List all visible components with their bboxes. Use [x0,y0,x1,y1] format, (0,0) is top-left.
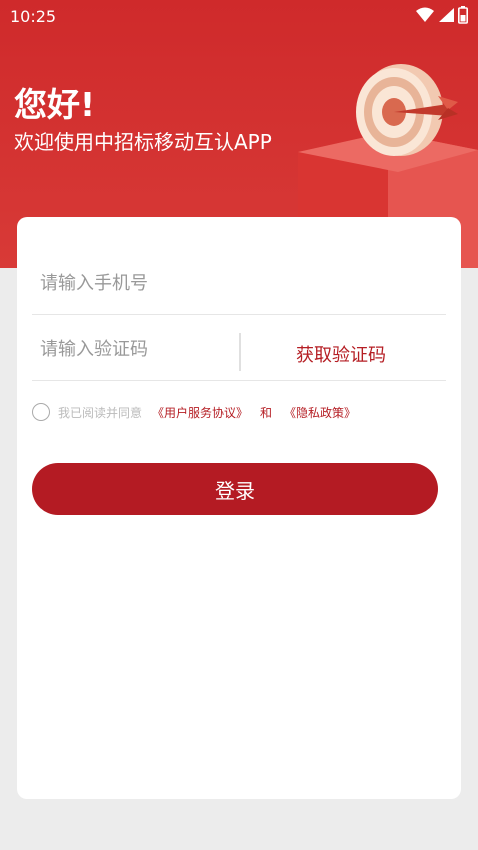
greeting-title: 您好! [14,85,96,124]
status-time: 10:25 [10,7,57,26]
verification-code-input[interactable] [40,339,240,360]
code-field: 获取验证码 [32,325,446,381]
user-agreement-link[interactable]: 《用户服务协议》 [152,404,248,421]
agree-text: 我已阅读并同意 [58,405,143,420]
login-card: 获取验证码 我已阅读并同意 《用户服务协议》 和 《隐私政策》 登录 [17,217,461,799]
wifi-icon [416,7,434,22]
agree-radio[interactable] [32,403,50,421]
phone-input[interactable] [40,273,240,294]
privacy-policy-link[interactable]: 《隐私政策》 [284,404,356,421]
login-button[interactable]: 登录 [32,463,438,515]
welcome-text: 欢迎使用中招标移动互认APP [14,130,272,154]
get-code-button[interactable]: 获取验证码 [296,341,386,367]
phone-field [32,259,446,315]
battery-icon [458,6,468,24]
code-field-divider [239,333,241,371]
and-text: 和 [260,405,273,420]
signal-icon [439,8,454,22]
status-icons [416,6,468,24]
agreement-row: 我已阅读并同意 《用户服务协议》 和 《隐私政策》 [32,403,356,421]
status-bar: 10:25 [0,0,478,32]
